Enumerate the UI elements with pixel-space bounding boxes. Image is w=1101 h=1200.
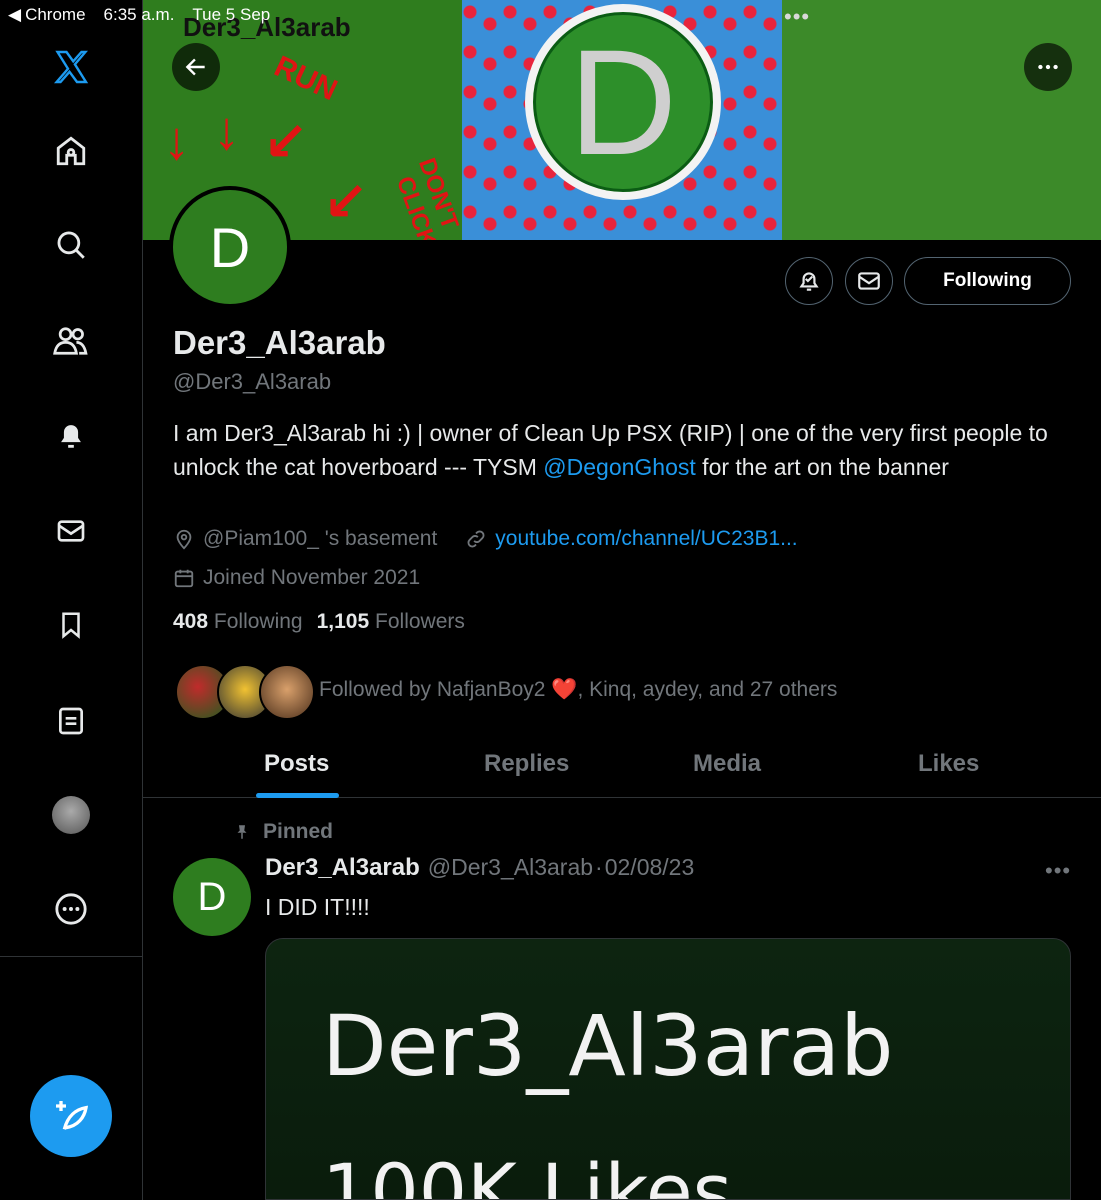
profile-main: Der3_Al3arab RUN ↓ ↓ ↙ ↙ DON'T CLICK D D…: [143, 0, 1101, 1200]
notify-button[interactable]: [785, 257, 833, 305]
status-bar: ◀ Chrome 6:35 a.m. Tue 5 Sep •••: [0, 0, 1101, 30]
banner-word-run: RUN: [269, 49, 343, 108]
post-header: Der3_Al3arab @Der3_Al3arab · 02/08/23: [265, 854, 694, 882]
more-horizontal-icon: [1038, 64, 1058, 70]
following-count-link[interactable]: 408 Following: [173, 610, 303, 634]
bio-text: for the art on the banner: [695, 454, 949, 480]
followed-by-avatars[interactable]: [173, 664, 315, 720]
search-icon[interactable]: [50, 224, 92, 266]
back-to-app[interactable]: ◀ Chrome: [8, 5, 86, 25]
bell-check-icon: [799, 272, 819, 291]
banner-arrow-icon: ↙: [323, 172, 369, 232]
profile-website-link[interactable]: youtube.com/channel/UC23B1...: [495, 527, 797, 551]
people-icon[interactable]: [50, 320, 92, 362]
tab-media[interactable]: Media: [693, 750, 761, 778]
x-logo-icon[interactable]: [50, 46, 92, 88]
location-pin-icon: [176, 529, 192, 550]
bio-mention-link[interactable]: @DegonGhost: [543, 454, 696, 480]
back-triangle-icon: ◀: [8, 5, 22, 24]
banner-logo: D: [525, 4, 721, 200]
profile-handle: @Der3_Al3arab: [173, 369, 332, 394]
follow-counts: 408 Following 1,105 Followers: [173, 610, 465, 634]
sidebar: [0, 0, 143, 1200]
profile-joined-row: Joined November 2021: [173, 566, 420, 590]
bell-icon[interactable]: [50, 414, 92, 456]
followed-by-text[interactable]: Followed by NafjanBoy2 ❤️, Kinq, aydey, …: [319, 678, 837, 702]
sidebar-divider: [0, 956, 143, 957]
multitask-dots-icon[interactable]: •••: [784, 4, 810, 30]
profile-meta: @Piam100_ 's basement youtube.com/channe…: [173, 527, 798, 551]
post-date[interactable]: 02/08/23: [605, 854, 695, 881]
pinned-label: Pinned: [233, 820, 333, 844]
active-tab-indicator: [256, 793, 339, 798]
profile-joined: Joined November 2021: [203, 566, 421, 589]
compose-button[interactable]: [30, 1075, 112, 1157]
profile-banner[interactable]: Der3_Al3arab RUN ↓ ↓ ↙ ↙ DON'T CLICK D: [143, 0, 1101, 240]
follower-avatar: [259, 664, 315, 720]
media-text-line2: 100K Likes: [322, 1147, 733, 1200]
post-media[interactable]: Der3_Al3arab 100K Likes: [265, 938, 1071, 1200]
arrow-left-icon: [185, 58, 205, 76]
following-button[interactable]: Following: [904, 257, 1071, 305]
mail-icon: [858, 272, 880, 290]
compose-icon: [56, 1101, 89, 1130]
tab-replies[interactable]: Replies: [484, 750, 569, 778]
status-time: 6:35 a.m.: [103, 5, 175, 24]
list-icon[interactable]: [50, 700, 92, 742]
profile-tabs: Posts Replies Media Likes: [143, 738, 1101, 798]
profile-bio: I am Der3_Al3arab hi :) | owner of Clean…: [173, 416, 1073, 484]
more-icon[interactable]: [50, 888, 92, 930]
banner-right-panel: [782, 0, 1101, 240]
home-icon[interactable]: [50, 130, 92, 172]
media-text-line1: Der3_Al3arab: [322, 997, 894, 1095]
message-button[interactable]: [845, 257, 893, 305]
banner-arrow-icon: ↓: [213, 101, 240, 161]
more-options-button[interactable]: [1024, 43, 1072, 91]
bookmark-icon[interactable]: [50, 604, 92, 646]
post-text: I DID IT!!!!: [265, 894, 370, 920]
link-icon: [467, 530, 485, 548]
avatar-icon[interactable]: [50, 794, 92, 836]
post-avatar[interactable]: D: [173, 858, 251, 936]
calendar-icon: [174, 569, 194, 588]
tab-likes[interactable]: Likes: [918, 750, 979, 778]
status-date: Tue 5 Sep: [192, 5, 271, 24]
banner-arrow-icon: ↓: [163, 111, 190, 171]
tab-posts[interactable]: Posts: [264, 750, 329, 778]
pin-icon: [237, 825, 247, 839]
profile-location: @Piam100_ 's basement: [203, 527, 438, 550]
mail-icon[interactable]: [50, 510, 92, 552]
banner-arrow-icon: ↙: [263, 112, 309, 172]
post-author-handle[interactable]: @Der3_Al3arab: [428, 854, 593, 881]
back-button[interactable]: [172, 43, 220, 91]
profile-avatar[interactable]: D: [169, 186, 291, 308]
post-more-icon[interactable]: •••: [1045, 858, 1071, 884]
post-separator: ·: [595, 854, 603, 880]
followers-count-link[interactable]: 1,105 Followers: [317, 610, 465, 634]
post-author-name[interactable]: Der3_Al3arab: [265, 854, 420, 882]
display-name: Der3_Al3arab: [173, 324, 386, 361]
